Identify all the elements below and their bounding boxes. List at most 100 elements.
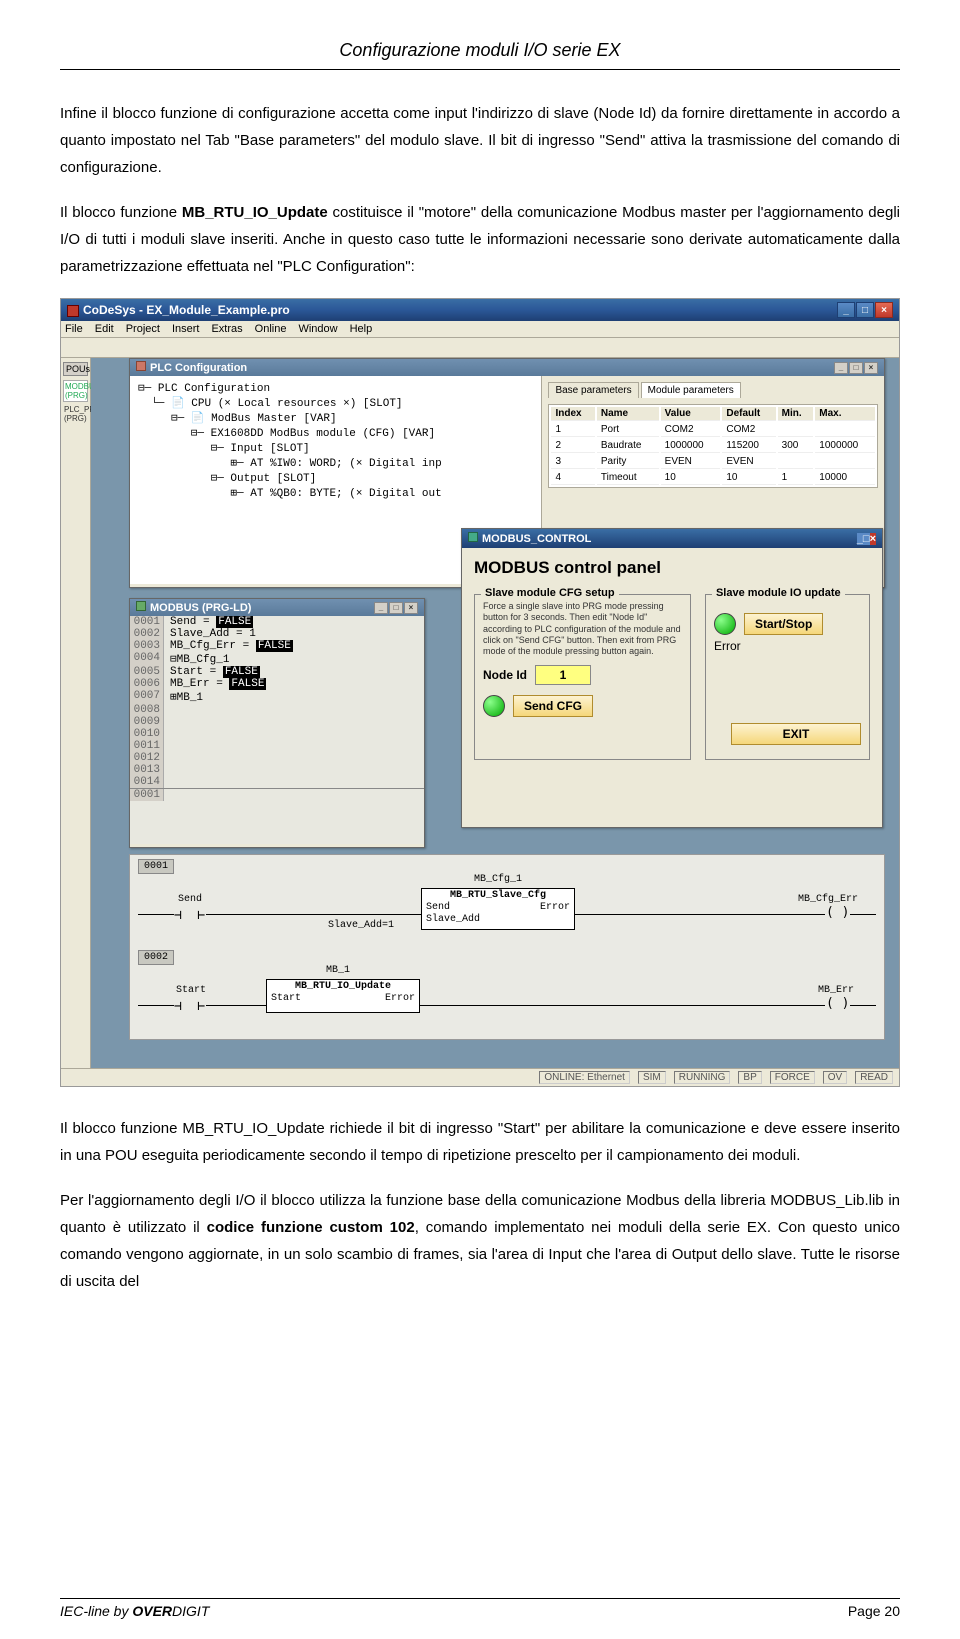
tab-base-parameters[interactable]: Base parameters [548,382,638,398]
paragraph-4: Per l'aggiornamento degli I/O il blocco … [60,1187,900,1295]
rung2-fb-inst: MB_1 [278,965,398,976]
modctl-min[interactable]: _ [857,533,863,545]
footer-divider [60,1598,900,1599]
rung1-slave-add: Slave_Add=1 [328,920,394,931]
io-update-legend: Slave module IO update [712,587,845,599]
tree-row[interactable]: ⊟─ EX1608DD ModBus module (CFG) [VAR] [138,427,533,442]
rung2-out-label: MB_Err [818,985,854,996]
menu-file[interactable]: File [65,323,83,335]
menu-extras[interactable]: Extras [211,323,242,335]
module-parameters-grid: Index Name Value Default Min. Max. 1Port… [548,404,878,488]
modctl-icon [468,532,478,542]
plc-config-titlebar[interactable]: PLC Configuration _□× [130,359,884,376]
tree-row[interactable]: ⊞─ AT %QB0: BYTE; (× Digital out [138,487,533,502]
plcconf-close[interactable]: × [864,362,878,374]
menu-window[interactable]: Window [298,323,337,335]
rung2-fb-box: MB_RTU_IO_Update StartError [266,979,420,1013]
grid-row[interactable]: 2Baudrate10000001152003001000000 [551,439,875,453]
rung2-coil: ( ) [826,996,849,1011]
col-min: Min. [778,407,814,421]
tree-row[interactable]: ⊟─ 📄 ModBus Master [VAR] [138,412,533,427]
status-online: ONLINE: Ethernet [539,1071,630,1084]
menu-insert[interactable]: Insert [172,323,200,335]
status-force: FORCE [770,1071,815,1084]
side-item-modbus[interactable]: MODBUS (PRG) [63,380,88,402]
header-divider [60,69,900,70]
menu-edit[interactable]: Edit [95,323,114,335]
grid-row[interactable]: 1PortCOM2COM2 [551,423,875,437]
tree-row[interactable]: ⊟─ PLC Configuration [138,382,533,397]
ladder-diagram: 0001 Send ⊣ ⊢ MB_Cfg_1 MB_RTU_Slave_Cfg … [129,854,885,1040]
paragraph-4-bold: codice funzione custom 102 [207,1219,415,1236]
cfg-setup-hint: Force a single slave into PRG mode press… [483,601,682,657]
tree-row[interactable]: ⊟─ Output [SLOT] [138,472,533,487]
plcconf-min[interactable]: _ [834,362,848,374]
rung2-start-label: Start [176,985,206,996]
col-value: Value [661,407,721,421]
tab-module-parameters[interactable]: Module parameters [641,382,741,398]
rung-2: Start ⊣ ⊢ MB_1 MB_RTU_IO_Update StartErr… [138,971,876,1033]
tree-row[interactable]: └─ 📄 CPU (× Local resources ×) [SLOT] [138,397,533,412]
rung1-coil: ( ) [826,905,849,920]
modctl-titlebar[interactable]: MODBUS_CONTROL _□× [462,529,882,548]
menu-help[interactable]: Help [350,323,373,335]
rung1-fb-type: MB_RTU_Slave_Cfg [424,890,572,902]
status-ov: OV [823,1071,847,1084]
paragraph-1: Infine il blocco funzione di configurazi… [60,100,900,181]
maximize-button[interactable]: □ [856,302,874,318]
side-item-plcprg[interactable]: PLC_PRG (PRG) [63,404,88,424]
prgld-max[interactable]: □ [389,602,403,614]
rung-1: Send ⊣ ⊢ MB_Cfg_1 MB_RTU_Slave_Cfg SendE… [138,880,876,942]
prgld-close[interactable]: × [404,602,418,614]
grid-row[interactable]: 4Timeout1010110000 [551,471,875,485]
menu-online[interactable]: Online [255,323,287,335]
side-tab-pous[interactable]: POUs [63,362,88,376]
prgld-titlebar[interactable]: MODBUS (PRG-LD) _□× [130,599,424,616]
rung2-contact: ⊣ ⊢ [174,999,205,1014]
cfg-setup-legend: Slave module CFG setup [481,587,619,599]
close-button[interactable]: × [875,302,893,318]
tree-row[interactable]: ⊞─ AT %IW0: WORD; (× Digital inp [138,457,533,472]
rung1-fb-box: MB_RTU_Slave_Cfg SendError Slave_Add [421,888,575,930]
modctl-max[interactable]: □ [863,533,870,545]
ide-toolbar [61,338,899,358]
grid-header-row: Index Name Value Default Min. Max. [551,407,875,421]
status-sim: SIM [638,1071,666,1084]
rung2-number: 0002 [138,950,174,965]
ide-app-icon [67,305,79,317]
start-stop-button[interactable]: Start/Stop [744,613,823,635]
tree-row[interactable]: ⊟─ Input [SLOT] [138,442,533,457]
col-name: Name [597,407,659,421]
cfg-led-icon [483,695,505,717]
io-led-icon [714,613,736,635]
minimize-button[interactable]: _ [837,302,855,318]
grid-row[interactable]: 3ParityEVENEVEN [551,455,875,469]
send-cfg-button[interactable]: Send CFG [513,695,593,717]
modctl-heading: MODBUS control panel [474,558,870,578]
paragraph-3: Il blocco funzione MB_RTU_IO_Update rich… [60,1115,900,1169]
menu-project[interactable]: Project [126,323,160,335]
rung1-contact: ⊣ ⊢ [174,908,205,923]
col-max: Max. [815,407,875,421]
exit-button[interactable]: EXIT [731,723,861,745]
ide-title-text: CoDeSys - EX_Module_Example.pro [83,303,290,317]
prgld-min[interactable]: _ [374,602,388,614]
col-index: Index [551,407,594,421]
status-running: RUNNING [674,1071,731,1084]
prgld-code-area[interactable]: 0001Send = FALSE0002Slave_Add = 10003MB_… [130,616,424,844]
modctl-close[interactable]: × [870,533,876,545]
ide-menubar: File Edit Project Insert Extras Online W… [61,321,899,338]
ide-side-panel: POUs MODBUS (PRG) PLC_PRG (PRG) [61,358,91,1068]
page-header-title: Configurazione moduli I/O serie EX [60,40,900,61]
prgld-icon [136,601,146,611]
ide-mdi-area: PLC Configuration _□× ⊟─ PLC Configurati… [91,358,899,1068]
rung2-fb-type: MB_RTU_IO_Update [269,981,417,993]
modbus-prgld-window: MODBUS (PRG-LD) _□× 0001Send = FALSE0002… [129,598,425,848]
ide-titlebar[interactable]: CoDeSys - EX_Module_Example.pro _ □ × [61,299,899,321]
plc-config-icon [136,361,146,371]
paragraph-2-pre: Il blocco funzione [60,204,182,221]
nodeid-label: Node Id [483,668,527,682]
paragraph-2-fb-name: MB_RTU_IO_Update [182,204,328,221]
nodeid-input[interactable]: 1 [535,665,591,685]
plcconf-max[interactable]: □ [849,362,863,374]
